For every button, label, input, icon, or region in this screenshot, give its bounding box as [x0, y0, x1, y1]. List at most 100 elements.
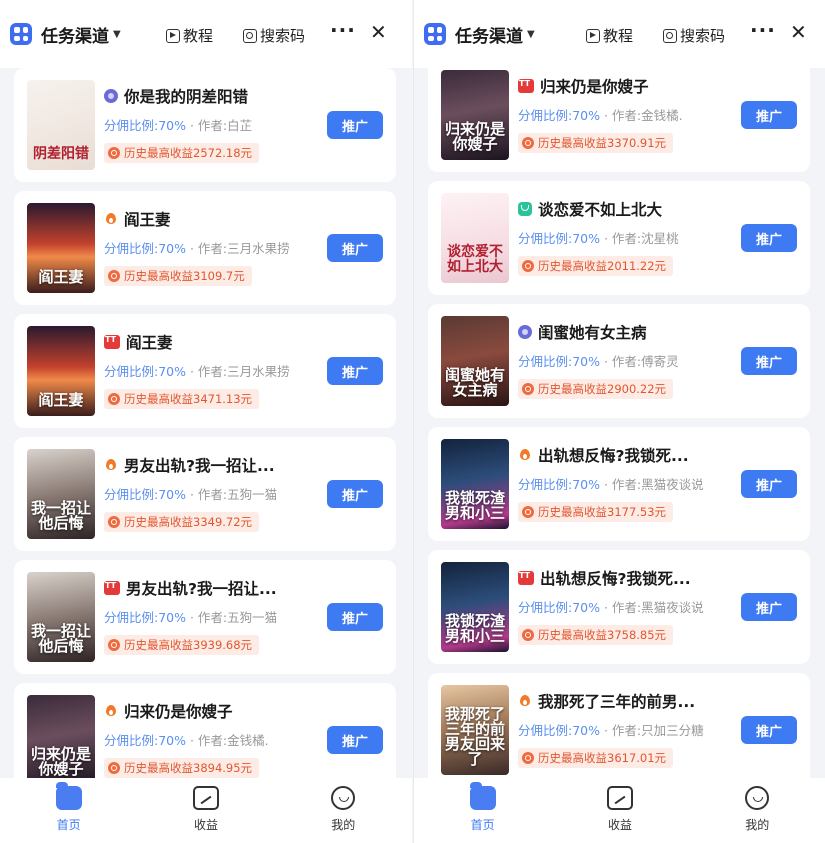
book-title-row[interactable]: 阎王妻: [104, 208, 171, 230]
cover-title-text: 阎王妻: [38, 391, 84, 409]
channel-selector[interactable]: 任务渠道 ▼: [41, 22, 121, 47]
search-code-button[interactable]: 搜索码: [243, 25, 305, 46]
earnings-icon: [108, 393, 120, 405]
book-title-row[interactable]: 出轨想反悔?我锁死...: [518, 567, 691, 589]
book-meta: 分佣比例:70% · 作者:黑猫夜谈说: [518, 474, 704, 493]
promote-button[interactable]: 推广: [741, 593, 797, 621]
book-card[interactable]: 我锁死渣男和小三 出轨想反悔?我锁死... 分佣比例:70% · 作者:黑猫夜谈…: [428, 550, 810, 664]
book-title-row[interactable]: 男友出轨?我一招让...: [104, 454, 275, 476]
book-title-row[interactable]: 归来仍是你嫂子: [104, 700, 233, 722]
promote-button[interactable]: 推广: [327, 603, 383, 631]
platform-flame-icon: [104, 458, 118, 472]
tutorial-button[interactable]: 教程: [586, 25, 633, 46]
promote-button[interactable]: 推广: [327, 726, 383, 754]
earnings-icon: [108, 270, 120, 282]
author: · 作者:三月水果捞: [189, 241, 290, 256]
book-cover-image[interactable]: 我那死了三年的前男友回来了: [441, 685, 509, 775]
book-cover-image[interactable]: 归来仍是你嫂子: [27, 695, 95, 778]
book-cover-image[interactable]: 闺蜜她有女主病: [441, 316, 509, 406]
commission-rate: 分佣比例:70%: [518, 231, 600, 246]
book-meta: 分佣比例:70% · 作者:沈星桃: [518, 228, 679, 247]
book-cover-image[interactable]: 我锁死渣男和小三: [441, 562, 509, 652]
caret-down-icon: ▼: [527, 28, 535, 40]
book-title-row[interactable]: 谈恋爱不如上北大: [518, 198, 662, 220]
book-title-row[interactable]: 出轨想反悔?我锁死...: [518, 444, 689, 466]
commission-rate: 分佣比例:70%: [104, 733, 186, 748]
earnings-text: 历史最高收益3758.85元: [538, 628, 667, 642]
promote-button[interactable]: 推广: [327, 480, 383, 508]
earnings-text: 历史最高收益3939.68元: [124, 638, 253, 652]
tab-earnings[interactable]: 收益: [166, 786, 246, 833]
book-meta: 分佣比例:70% · 作者:傅寄灵: [518, 351, 679, 370]
book-card[interactable]: 阎王妻 阎王妻 分佣比例:70% · 作者:三月水果捞 历史最高收益3471.1…: [14, 314, 396, 428]
app-logo-icon: [10, 23, 32, 45]
earnings-icon: [108, 639, 120, 651]
tab-earnings[interactable]: 收益: [580, 786, 660, 833]
book-cover-image[interactable]: 归来仍是你嫂子: [441, 70, 509, 160]
tab-home[interactable]: 首页: [29, 782, 109, 833]
book-card[interactable]: 我锁死渣男和小三 出轨想反悔?我锁死... 分佣比例:70% · 作者:黑猫夜谈…: [428, 427, 810, 541]
book-card[interactable]: 闺蜜她有女主病 闺蜜她有女主病 分佣比例:70% · 作者:傅寄灵 历史最高收益…: [428, 304, 810, 418]
book-title-row[interactable]: 我那死了三年的前男...: [518, 690, 695, 712]
promote-button[interactable]: 推广: [327, 234, 383, 262]
book-card[interactable]: 归来仍是你嫂子 归来仍是你嫂子 分佣比例:70% · 作者:金钱橘. 历史最高收…: [428, 68, 810, 172]
book-title: 出轨想反悔?我锁死...: [538, 447, 689, 465]
tutorial-button[interactable]: 教程: [166, 25, 213, 46]
tutorial-label: 教程: [183, 27, 214, 45]
book-card[interactable]: 我一招让他后悔 男友出轨?我一招让... 分佣比例:70% · 作者:五狗一猫 …: [14, 437, 396, 551]
promote-button[interactable]: 推广: [741, 347, 797, 375]
promote-button[interactable]: 推广: [741, 101, 797, 129]
book-meta: 分佣比例:70% · 作者:只加三分糖: [518, 720, 704, 739]
home-icon: [55, 782, 82, 810]
more-menu-icon[interactable]: ···: [750, 18, 776, 42]
tab-label: 我的: [745, 818, 770, 832]
earnings-badge: 历史最高收益2900.22元: [518, 379, 674, 399]
book-cover-image[interactable]: 谈恋爱不如上北大: [441, 193, 509, 283]
book-title: 出轨想反悔?我锁死...: [540, 570, 691, 588]
promote-button[interactable]: 推广: [741, 470, 797, 498]
book-title-row[interactable]: 归来仍是你嫂子: [518, 75, 649, 97]
promote-button[interactable]: 推广: [327, 357, 383, 385]
cover-title-text: 我锁死渣男和小三: [444, 489, 505, 522]
book-title: 阎王妻: [126, 334, 173, 352]
book-card[interactable]: 归来仍是你嫂子 归来仍是你嫂子 分佣比例:70% · 作者:金钱橘. 历史最高收…: [14, 683, 396, 778]
top-bar: 任务渠道 ▼ 教程 搜索码 ··· ✕: [414, 0, 825, 68]
book-cover-image[interactable]: 阎王妻: [27, 326, 95, 416]
promote-button[interactable]: 推广: [327, 111, 383, 139]
book-cover-image[interactable]: 阴差阳错: [27, 80, 95, 170]
tab-profile[interactable]: 我的: [303, 786, 383, 833]
book-cover-image[interactable]: 我一招让他后悔: [27, 449, 95, 539]
book-meta: 分佣比例:70% · 作者:三月水果捞: [104, 238, 290, 257]
author: · 作者:只加三分糖: [603, 723, 704, 738]
book-card[interactable]: 谈恋爱不如上北大 谈恋爱不如上北大 分佣比例:70% · 作者:沈星桃 历史最高…: [428, 181, 810, 295]
earnings-badge: 历史最高收益3758.85元: [518, 625, 674, 645]
tab-profile[interactable]: 我的: [717, 786, 797, 833]
promote-button[interactable]: 推广: [741, 224, 797, 252]
book-title-row[interactable]: 男友出轨?我一招让...: [104, 577, 277, 599]
search-code-button[interactable]: 搜索码: [663, 25, 725, 46]
book-title-row[interactable]: 闺蜜她有女主病: [518, 321, 647, 343]
close-icon[interactable]: ✕: [790, 20, 807, 44]
author: · 作者:金钱橘.: [603, 108, 683, 123]
book-list[interactable]: 归来仍是你嫂子 归来仍是你嫂子 分佣比例:70% · 作者:金钱橘. 历史最高收…: [414, 68, 825, 778]
promote-button[interactable]: 推广: [741, 716, 797, 744]
channel-selector[interactable]: 任务渠道 ▼: [455, 22, 535, 47]
book-cover-image[interactable]: 我锁死渣男和小三: [441, 439, 509, 529]
book-card[interactable]: 阴差阳错 你是我的阴差阳错 分佣比例:70% · 作者:白芷 历史最高收益257…: [14, 68, 396, 182]
more-menu-icon[interactable]: ···: [330, 18, 356, 42]
commission-rate: 分佣比例:70%: [518, 600, 600, 615]
commission-rate: 分佣比例:70%: [104, 241, 186, 256]
profile-smile-icon: [745, 786, 770, 810]
book-title-row[interactable]: 你是我的阴差阳错: [104, 85, 248, 107]
book-cover-image[interactable]: 我一招让他后悔: [27, 572, 95, 662]
book-list[interactable]: 阴差阳错 你是我的阴差阳错 分佣比例:70% · 作者:白芷 历史最高收益257…: [0, 68, 412, 778]
book-card[interactable]: 阎王妻 阎王妻 分佣比例:70% · 作者:三月水果捞 历史最高收益3109.7…: [14, 191, 396, 305]
earnings-icon: [522, 629, 534, 641]
earnings-icon: [522, 506, 534, 518]
book-cover-image[interactable]: 阎王妻: [27, 203, 95, 293]
book-card[interactable]: 我那死了三年的前男友回来了 我那死了三年的前男... 分佣比例:70% · 作者…: [428, 673, 810, 778]
tab-home[interactable]: 首页: [443, 782, 523, 833]
close-icon[interactable]: ✕: [370, 20, 387, 44]
book-card[interactable]: 我一招让他后悔 男友出轨?我一招让... 分佣比例:70% · 作者:五狗一猫 …: [14, 560, 396, 674]
book-title-row[interactable]: 阎王妻: [104, 331, 173, 353]
